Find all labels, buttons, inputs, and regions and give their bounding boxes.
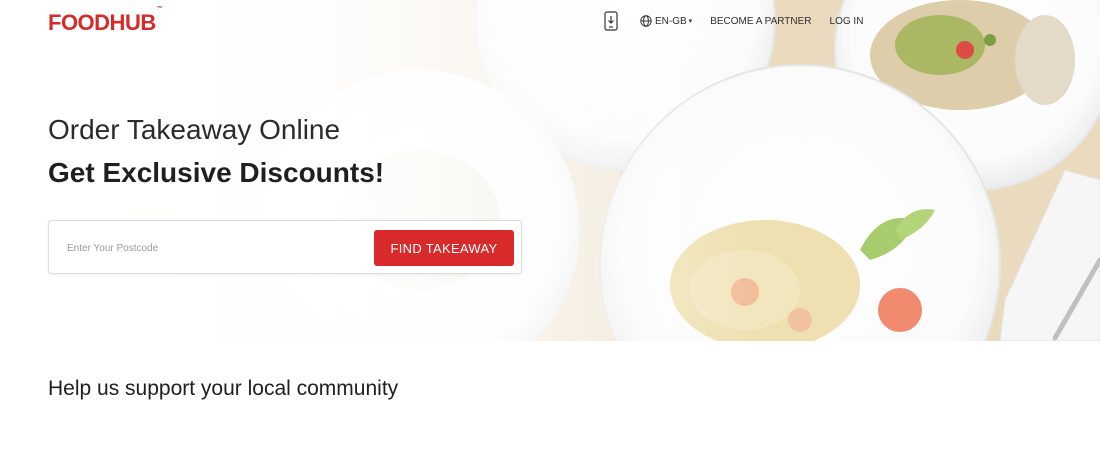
language-label: EN-GB <box>655 15 687 27</box>
hero-subtitle: Get Exclusive Discounts! <box>48 157 385 188</box>
chevron-down-icon: ▾ <box>688 18 693 25</box>
become-partner-link[interactable]: BECOME A PARTNER <box>710 16 811 27</box>
postcode-search-form: FIND TAKEAWAY <box>48 220 522 274</box>
find-takeaway-button[interactable]: FIND TAKEAWAY <box>374 230 514 266</box>
globe-icon <box>640 15 652 27</box>
postcode-input[interactable] <box>67 239 357 257</box>
trademark-mark: ™ <box>156 5 163 12</box>
community-section-title: Help us support your local community <box>48 377 399 400</box>
mobile-download-icon[interactable] <box>604 11 618 31</box>
top-nav: EN-GB ▾ BECOME A PARTNER LOG IN <box>604 11 863 31</box>
hero-title: Order Takeaway Online <box>48 114 341 145</box>
login-link[interactable]: LOG IN <box>830 16 864 27</box>
hero-banner: FOODHUB™ EN-GB ▾ BECOME A PARTNER LOG IN… <box>0 0 1100 341</box>
logo-text: FOODHUB <box>48 10 156 35</box>
foodhub-logo[interactable]: FOODHUB™ <box>48 6 163 36</box>
language-selector[interactable]: EN-GB ▾ <box>640 15 692 27</box>
